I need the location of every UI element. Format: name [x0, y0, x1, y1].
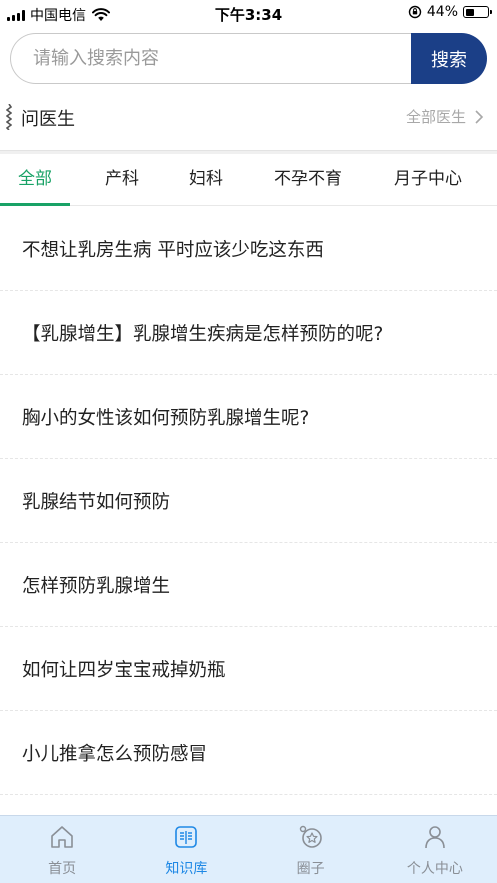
category-tabs: 全部 产科 妇科 不孕不育 月子中心	[0, 154, 497, 206]
list-item[interactable]: 胸小的女性该如何预防乳腺增生呢?	[0, 375, 497, 459]
nav-knowledge[interactable]: 知识库	[124, 816, 248, 883]
ask-doctor-header: 问医生 全部医生	[0, 94, 497, 142]
battery-percent: 44%	[426, 4, 458, 20]
list-item[interactable]: 如何让四岁宝宝戒掉奶瓶	[0, 627, 497, 711]
section-marker-icon	[6, 104, 12, 130]
tab-obstetrics[interactable]: 产科	[84, 154, 160, 206]
nav-knowledge-label: 知识库	[165, 861, 208, 877]
nav-home-label: 首页	[48, 861, 77, 877]
list-item[interactable]: 【乳腺增生】乳腺增生疾病是怎样预防的呢?	[0, 291, 497, 375]
home-icon	[51, 826, 73, 848]
status-bar: 中国电信 下午3:34 44%	[0, 0, 497, 26]
all-doctors-link[interactable]: 全部医生	[406, 106, 484, 127]
rotation-lock-icon	[408, 5, 422, 19]
article-title: 如何让四岁宝宝戒掉奶瓶	[22, 660, 226, 681]
search-bar: 搜索	[10, 33, 487, 84]
article-title: 乳腺结节如何预防	[22, 492, 171, 513]
tab-gynecology[interactable]: 妇科	[168, 154, 244, 206]
chevron-right-icon	[475, 109, 484, 124]
all-doctors-label: 全部医生	[405, 108, 466, 126]
article-title: 胸小的女性该如何预防乳腺增生呢?	[22, 408, 310, 429]
bottom-nav: 首页 知识库 圈子 个人中心	[0, 815, 497, 883]
tab-infertility[interactable]: 不孕不育	[260, 154, 356, 206]
list-item[interactable]: 不想让乳房生病 平时应该少吃这东西	[0, 207, 497, 291]
tab-postpartum-center[interactable]: 月子中心	[380, 154, 476, 206]
list-item[interactable]: 怎样预防乳腺增生	[0, 543, 497, 627]
nav-home[interactable]: 首页	[0, 816, 124, 883]
list-item[interactable]: 乳腺结节如何预防	[0, 459, 497, 543]
article-title: 怎样预防乳腺增生	[22, 576, 171, 597]
article-title: 【乳腺增生】乳腺增生疾病是怎样预防的呢?	[22, 324, 384, 345]
search-input[interactable]	[10, 33, 411, 84]
article-title: 不想让乳房生病 平时应该少吃这东西	[22, 240, 324, 261]
ask-doctor-title: 问医生	[21, 109, 75, 130]
article-list: 不想让乳房生病 平时应该少吃这东西 【乳腺增生】乳腺增生疾病是怎样预防的呢? 胸…	[0, 207, 497, 795]
book-icon	[175, 826, 198, 848]
article-title: 小儿推拿怎么预防感冒	[22, 744, 208, 765]
status-right: 44%	[408, 4, 492, 20]
search-button[interactable]: 搜索	[411, 33, 487, 84]
tab-active-indicator	[0, 203, 70, 206]
circle-icon	[299, 825, 322, 848]
battery-tip	[490, 10, 492, 14]
nav-profile[interactable]: 个人中心	[373, 816, 497, 883]
battery-fill	[465, 8, 475, 16]
person-icon	[425, 826, 445, 849]
battery-icon	[463, 6, 492, 18]
nav-circle-label: 圈子	[296, 861, 325, 877]
tab-all[interactable]: 全部	[0, 154, 70, 206]
list-item[interactable]: 小儿推拿怎么预防感冒	[0, 711, 497, 795]
nav-profile-label: 个人中心	[406, 861, 463, 877]
nav-circle[interactable]: 圈子	[249, 816, 373, 883]
